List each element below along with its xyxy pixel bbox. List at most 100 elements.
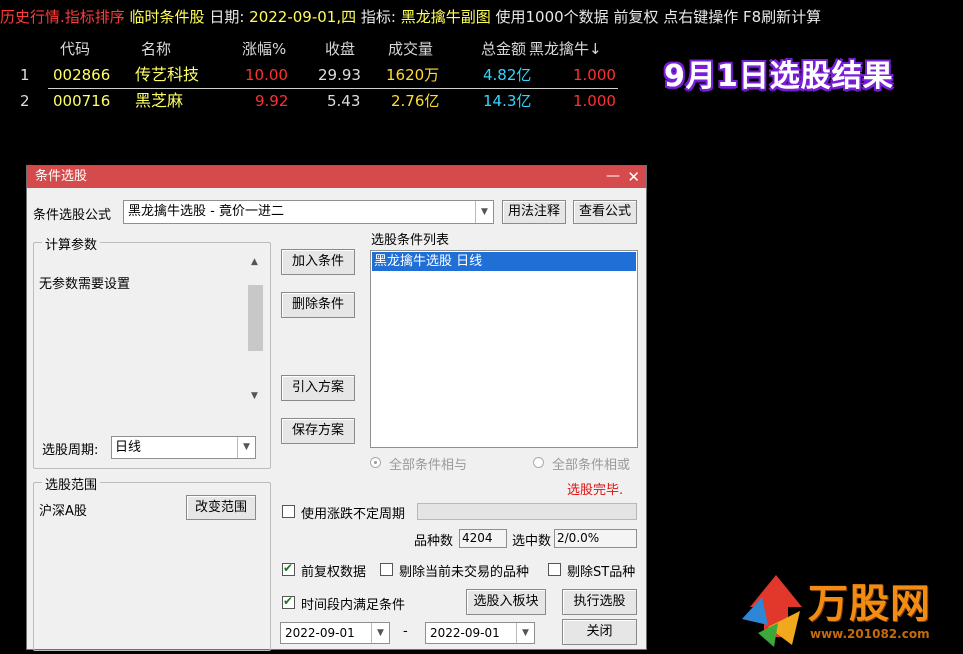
top-info-bar: 历史行情.指标排序 临时条件股 日期: 2022-09-01,四 指标: 黑龙擒… xyxy=(0,0,963,34)
list-item[interactable]: 黑龙擒牛选股 日线 xyxy=(372,252,636,271)
delete-condition-button[interactable]: 删除条件 xyxy=(281,292,355,318)
topbar-segment: 黑龙擒牛副图 xyxy=(395,8,496,26)
condition-list[interactable]: 黑龙擒牛选股 日线 xyxy=(370,250,638,448)
start-date-value: 2022-09-01 xyxy=(285,626,355,640)
selected-row-border xyxy=(48,88,618,89)
chevron-down-icon[interactable]: ▼ xyxy=(516,623,534,643)
row-code: 000716 xyxy=(53,92,111,110)
topbar-segment: 历史行情.指标排序 xyxy=(0,8,125,26)
row-indicator: 1.000 xyxy=(573,92,616,110)
add-condition-button[interactable]: 加入条件 xyxy=(281,249,355,275)
selected-count-value: 2/0.0% xyxy=(554,529,637,548)
no-params-text: 无参数需要设置 xyxy=(39,277,131,292)
scroll-down-icon[interactable]: ▼ xyxy=(251,391,258,401)
start-date-picker[interactable]: 2022-09-01 ▼ xyxy=(280,622,390,644)
usage-notes-button[interactable]: 用法注释 xyxy=(502,200,566,224)
table-header: 代码 名称 涨幅% 收盘 成交量 总金额 黑龙擒牛↓ xyxy=(0,36,640,62)
header-code[interactable]: 代码 xyxy=(60,36,90,62)
exclude-untraded-label: 剔除当前未交易的品种 xyxy=(399,565,530,580)
scope-group: 选股范围 沪深A股 改变范围 xyxy=(33,474,271,651)
progress-bar xyxy=(417,503,637,520)
import-plan-button[interactable]: 引入方案 xyxy=(281,375,355,401)
date-separator: - xyxy=(403,624,408,639)
row-amount: 4.82亿 xyxy=(483,66,532,84)
calc-params-label: 计算参数 xyxy=(42,234,101,253)
header-name[interactable]: 名称 xyxy=(141,36,171,62)
change-scope-button[interactable]: 改变范围 xyxy=(186,495,256,520)
exclude-untraded-checkbox[interactable] xyxy=(380,563,393,576)
table-row[interactable]: 1 002866 传艺科技 10.00 29.93 1620万 4.82亿 1.… xyxy=(0,62,640,88)
period-select[interactable]: 日线 ▼ xyxy=(111,436,256,459)
header-volume[interactable]: 成交量 xyxy=(388,36,433,62)
radio-and-label: 全部条件相与 xyxy=(389,458,468,473)
execute-button[interactable]: 执行选股 xyxy=(562,589,637,615)
adjust-checkbox[interactable] xyxy=(282,561,295,576)
variable-period-checkbox[interactable] xyxy=(282,505,295,518)
logo-text: 万股网 xyxy=(808,581,931,627)
row-code: 002866 xyxy=(53,66,111,84)
result-title: 9月1日选股结果 xyxy=(664,59,894,94)
row-close: 5.43 xyxy=(327,92,361,110)
chevron-down-icon[interactable]: ▼ xyxy=(237,437,255,458)
row-indicator: 1.000 xyxy=(573,66,616,84)
period-condition-label: 时间段内满足条件 xyxy=(301,598,406,613)
variety-count-value: 4204 xyxy=(459,529,507,548)
row-change: 10.00 xyxy=(245,66,288,84)
formula-value: 黑龙擒牛选股 - 竟价一进二 xyxy=(128,204,284,219)
close-icon[interactable]: ✕ xyxy=(627,166,640,188)
status-text: 选股完毕. xyxy=(567,483,624,498)
row-close: 29.93 xyxy=(318,66,361,84)
chevron-down-icon[interactable]: ▼ xyxy=(371,623,389,643)
table-row[interactable]: 2 000716 黑芝麻 9.92 5.43 2.76亿 14.3亿 1.000 xyxy=(0,88,640,114)
topbar-segment: 日期: xyxy=(209,8,245,26)
row-amount: 14.3亿 xyxy=(483,92,532,110)
chevron-down-icon[interactable]: ▼ xyxy=(475,201,493,223)
topbar-segment: 使用1000个数据 前复权 点右键操作 F8刷新计算 xyxy=(495,8,822,26)
scope-value: 沪深A股 xyxy=(39,504,87,519)
save-plan-button[interactable]: 保存方案 xyxy=(281,418,355,444)
formula-label: 条件选股公式 xyxy=(33,208,112,223)
row-name: 传艺科技 xyxy=(135,65,200,84)
site-logo: 万股网 www.201082.com xyxy=(738,567,963,650)
row-change: 9.92 xyxy=(255,92,289,110)
calc-params-group: 计算参数 无参数需要设置 ▲ ▼ 选股周期: 日线 ▼ xyxy=(33,234,271,469)
header-indicator[interactable]: 黑龙擒牛↓ xyxy=(529,36,602,62)
dialog-titlebar[interactable]: 条件选股 — ✕ xyxy=(27,166,646,188)
period-label: 选股周期: xyxy=(42,443,99,458)
add-to-block-button[interactable]: 选股入板块 xyxy=(466,589,546,615)
topbar-segment: 指标: xyxy=(360,8,396,26)
row-index: 2 xyxy=(20,92,30,110)
header-amount[interactable]: 总金额 xyxy=(481,36,526,62)
end-date-picker[interactable]: 2022-09-01 ▼ xyxy=(425,622,535,644)
condition-list-label: 选股条件列表 xyxy=(371,233,450,248)
scroll-up-icon[interactable]: ▲ xyxy=(251,257,258,267)
header-close[interactable]: 收盘 xyxy=(325,36,355,62)
row-volume: 1620万 xyxy=(386,66,440,84)
radio-or[interactable] xyxy=(533,457,544,468)
logo-url: www.201082.com xyxy=(810,627,930,641)
params-scrollbar[interactable]: ▲ ▼ xyxy=(247,257,264,405)
minimize-icon[interactable]: — xyxy=(606,166,620,186)
topbar-segment: 2022-09-01,四 xyxy=(244,8,361,26)
scrollbar-thumb[interactable] xyxy=(248,285,263,351)
scope-label: 选股范围 xyxy=(42,474,101,493)
close-button[interactable]: 关闭 xyxy=(562,619,637,645)
radio-and[interactable] xyxy=(370,457,381,468)
end-date-value: 2022-09-01 xyxy=(430,626,500,640)
view-formula-button[interactable]: 查看公式 xyxy=(573,200,637,224)
row-name: 黑芝麻 xyxy=(135,91,184,110)
period-value: 日线 xyxy=(115,440,142,455)
period-condition-checkbox[interactable] xyxy=(282,594,295,609)
variable-period-label: 使用涨跌不定周期 xyxy=(301,507,406,522)
formula-select[interactable]: 黑龙擒牛选股 - 竟价一进二 ▼ xyxy=(123,200,494,224)
exclude-st-checkbox[interactable] xyxy=(548,563,561,576)
adjust-label: 前复权数据 xyxy=(301,565,367,580)
header-change[interactable]: 涨幅% xyxy=(242,36,286,62)
dialog-title: 条件选股 xyxy=(35,169,88,184)
variety-count-label: 品种数 xyxy=(414,534,454,549)
stock-table: 代码 名称 涨幅% 收盘 成交量 总金额 黑龙擒牛↓ 1 002866 传艺科技… xyxy=(0,36,640,114)
selected-count-label: 选中数 xyxy=(512,534,552,549)
radio-or-label: 全部条件相或 xyxy=(552,458,631,473)
exclude-st-label: 剔除ST品种 xyxy=(567,565,636,580)
row-index: 1 xyxy=(20,66,30,84)
